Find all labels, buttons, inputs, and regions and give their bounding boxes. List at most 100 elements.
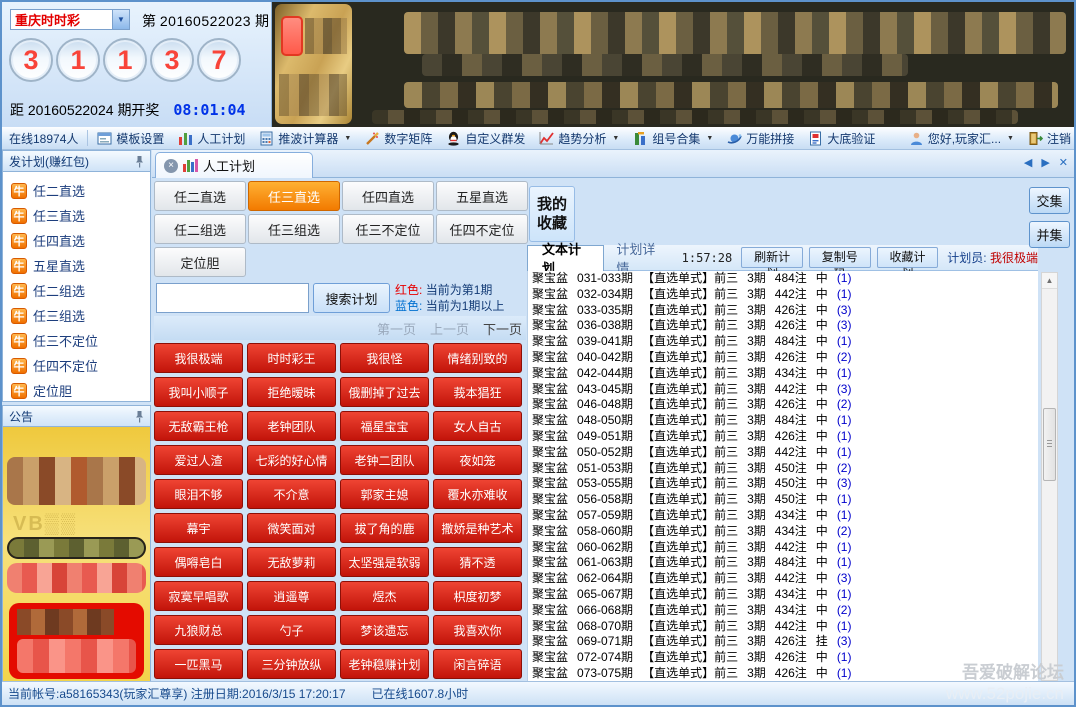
plan-result-row[interactable]: 聚宝盆073-075期【直选单式】前三3期426注中(1) [528,666,1038,681]
sidebar-plan-item[interactable]: 牛 五星直选 [11,253,150,278]
plan-result-row[interactable]: 聚宝盆056-058期【直选单式】前三3期450注中(1) [528,492,1038,508]
planner-button[interactable]: 爱过人渣 [154,445,243,475]
sidebar-plan-item[interactable]: 牛 任三不定位 [11,328,150,353]
play-type-button[interactable]: 任三组选 [248,214,340,244]
plan-result-row[interactable]: 聚宝盆061-063期【直选单式】前三3期484注中(1) [528,555,1038,571]
intersection-button[interactable]: 交集 [1029,187,1070,214]
sidebar-plan-item[interactable]: 牛 任三直选 [11,203,150,228]
planner-button[interactable]: 幕宇 [154,513,243,543]
planner-button[interactable]: 不介意 [247,479,336,509]
plan-result-row[interactable]: 聚宝盆053-055期【直选单式】前三3期450注中(3) [528,476,1038,492]
manual-plan-button[interactable]: 人工计划 [171,127,252,149]
plan-result-row[interactable]: 聚宝盆062-064期【直选单式】前三3期442注中(3) [528,571,1038,587]
chevron-down-icon[interactable]: ▼ [1007,135,1014,142]
play-type-button[interactable]: 任四不定位 [436,214,528,244]
copy-numbers-button[interactable]: 复制号码 [809,247,871,268]
plan-result-row[interactable]: 聚宝盆033-035期【直选单式】前三3期426注中(3) [528,303,1038,319]
plan-result-row[interactable]: 聚宝盆069-071期【直选单式】前三3期426注挂(3) [528,634,1038,650]
scroll-up-icon[interactable]: ▲ [1042,273,1057,289]
group-collection-button[interactable]: 组号合集 ▼ [626,127,720,149]
next-page-link[interactable]: 下一页 [483,319,522,338]
user-greeting[interactable]: 您好,玩家汇... ▼ [902,130,1021,147]
favorite-plan-button[interactable]: 收藏计划 [877,247,939,268]
play-type-button[interactable]: 任二直选 [154,181,246,211]
planner-button[interactable]: 无敌霸王枪 [154,411,243,441]
plan-result-row[interactable]: 聚宝盆049-051期【直选单式】前三3期426注中(1) [528,429,1038,445]
template-settings-button[interactable]: 模板设置 [90,127,171,149]
chevron-down-icon[interactable]: ▼ [612,135,619,142]
close-icon[interactable]: × [164,159,178,173]
plan-result-row[interactable]: 聚宝盆060-062期【直选单式】前三3期442注中(1) [528,540,1038,556]
planner-button[interactable]: 俄删掉了过去 [340,377,429,407]
planner-button[interactable]: 煜杰 [340,581,429,611]
sidebar-plan-item[interactable]: 牛 任四不定位 [11,353,150,378]
play-type-button[interactable]: 任三不定位 [342,214,434,244]
plan-result-row[interactable]: 聚宝盆042-044期【直选单式】前三3期434注中(1) [528,366,1038,382]
base-verify-button[interactable]: 大底验证 [801,127,882,149]
play-type-button[interactable]: 任四直选 [342,181,434,211]
planner-button[interactable]: 莪本猖狂 [433,377,522,407]
planner-button[interactable]: 时时彩王 [247,343,336,373]
tab-close-all-icon[interactable]: ✕ [1059,156,1068,169]
universal-splice-button[interactable]: 万能拼接 [720,127,801,149]
union-button[interactable]: 并集 [1029,221,1070,248]
plan-result-row[interactable]: 聚宝盆032-034期【直选单式】前三3期442注中(1) [528,287,1038,303]
plan-result-row[interactable]: 聚宝盆051-053期【直选单式】前三3期450注中(2) [528,461,1038,477]
play-type-button[interactable]: 任二组选 [154,214,246,244]
play-type-button[interactable]: 定位胆 [154,247,246,277]
chevron-down-icon[interactable]: ▼ [344,135,351,142]
planner-button[interactable]: 撒娇是种艺术 [433,513,522,543]
planner-button[interactable]: 我很极端 [154,343,243,373]
planner-button[interactable]: 老钟稳赚计划 [340,649,429,679]
plan-result-row[interactable]: 聚宝盆050-052期【直选单式】前三3期442注中(1) [528,445,1038,461]
logout-button[interactable]: 注销 [1021,130,1076,147]
tab-text-plan[interactable]: 文本计划 [527,245,604,271]
planner-button[interactable]: 夜如笼 [433,445,522,475]
plan-result-row[interactable]: 聚宝盆065-067期【直选单式】前三3期434注中(1) [528,587,1038,603]
plan-result-row[interactable]: 聚宝盆040-042期【直选单式】前三3期426注中(2) [528,350,1038,366]
plan-result-row[interactable]: 聚宝盆072-074期【直选单式】前三3期426注中(1) [528,650,1038,666]
planner-button[interactable]: 拔了角的鹿 [340,513,429,543]
search-input[interactable] [156,283,309,313]
sidebar-plan-item[interactable]: 牛 任二直选 [11,178,150,203]
first-page-link[interactable]: 第一页 [377,319,416,338]
sidebar-plan-item[interactable]: 牛 任三组选 [11,303,150,328]
planner-button[interactable]: 逍遥尊 [247,581,336,611]
planner-button[interactable]: 眼泪不够 [154,479,243,509]
planner-button[interactable]: 老钟二团队 [340,445,429,475]
plan-result-row[interactable]: 聚宝盆031-033期【直选单式】前三3期484注中(1) [528,271,1038,287]
tab-scroll-right-icon[interactable]: ▶ [1041,156,1049,169]
lottery-select[interactable]: 重庆时时彩 ▼ [10,9,130,30]
plan-result-row[interactable]: 聚宝盆048-050期【直选单式】前三3期484注中(1) [528,413,1038,429]
plan-result-row[interactable]: 聚宝盆039-041期【直选单式】前三3期484注中(1) [528,334,1038,350]
planner-button[interactable]: 我叫小顺子 [154,377,243,407]
search-plan-button[interactable]: 搜索计划 [313,283,390,313]
planner-button[interactable]: 枳度初梦 [433,581,522,611]
tab-scroll-left-icon[interactable]: ◀ [1024,156,1032,169]
vertical-scrollbar[interactable]: ▲ [1041,272,1058,681]
trend-analysis-button[interactable]: 趋势分析 ▼ [532,127,626,149]
pin-icon[interactable] [135,155,144,168]
custom-group-send-button[interactable]: 自定义群发 [439,127,532,149]
plan-result-row[interactable]: 聚宝盆068-070期【直选单式】前三3期442注中(1) [528,619,1038,635]
refresh-plan-button[interactable]: 刷新计划 [741,247,803,268]
notice-image[interactable]: VB▒▒ [2,427,151,685]
plan-result-row[interactable]: 聚宝盆058-060期【直选单式】前三3期434注中(2) [528,524,1038,540]
planner-button[interactable]: 情绪别致的 [433,343,522,373]
plan-result-row[interactable]: 聚宝盆036-038期【直选单式】前三3期426注中(3) [528,318,1038,334]
play-type-button[interactable]: 任三直选 [248,181,340,211]
planner-button[interactable]: 郭家主媳 [340,479,429,509]
prev-page-link[interactable]: 上一页 [430,319,469,338]
pin-icon[interactable] [135,410,144,423]
sidebar-plan-item[interactable]: 牛 任二组选 [11,278,150,303]
chevron-down-icon[interactable]: ▼ [706,135,713,142]
planner-button[interactable]: 闲言碎语 [433,649,522,679]
my-favorites-button[interactable]: 我的收藏 [529,186,575,242]
planner-button[interactable]: 福星宝宝 [340,411,429,441]
planner-button[interactable]: 七彩的好心情 [247,445,336,475]
planner-button[interactable]: 我喜欢你 [433,615,522,645]
planner-button[interactable]: 寂寞早唱歌 [154,581,243,611]
planner-button[interactable]: 偶嘚皂白 [154,547,243,577]
planner-button[interactable]: 覆水亦难收 [433,479,522,509]
plan-result-row[interactable]: 聚宝盆057-059期【直选单式】前三3期434注中(1) [528,508,1038,524]
